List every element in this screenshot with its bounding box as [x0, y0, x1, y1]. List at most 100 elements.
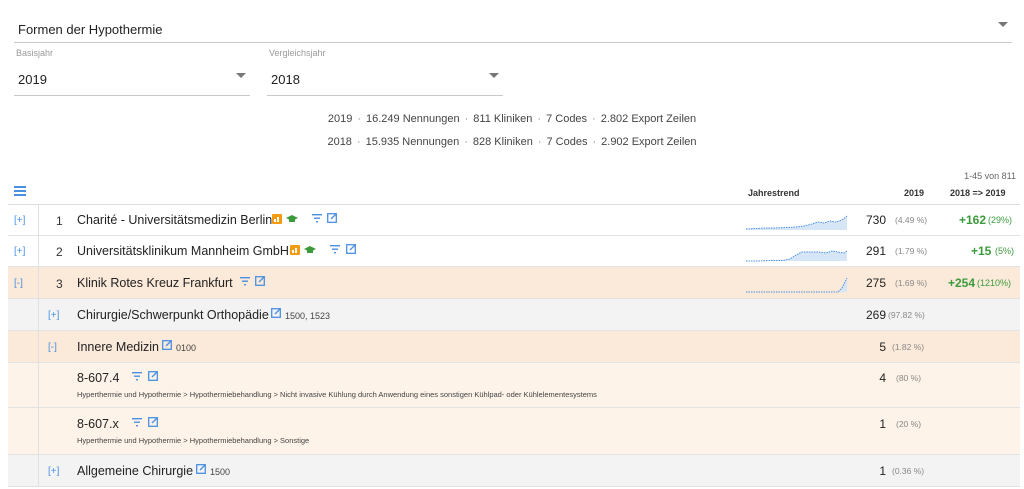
- clinic-name[interactable]: Charité - Universitätsmedizin Berlin: [77, 213, 272, 227]
- menu-icon[interactable]: [14, 186, 26, 196]
- external-link-icon[interactable]: [327, 213, 337, 223]
- rank: 1: [56, 214, 63, 228]
- summary-clinics: 828 Kliniken: [472, 136, 533, 148]
- department-row[interactable]: [-] Innere Medizin 0100 5 (1.82 %): [8, 331, 1020, 363]
- value-percent: (1.69 %): [895, 278, 928, 288]
- department-code: 0100: [176, 343, 197, 353]
- external-link-icon[interactable]: [346, 244, 356, 254]
- procedure-code[interactable]: 8-607.x: [77, 417, 119, 431]
- summary-year: 2018: [327, 136, 352, 148]
- value-2019: 1: [879, 417, 886, 431]
- filter-icon[interactable]: [330, 245, 340, 254]
- filter-icon[interactable]: [132, 372, 142, 381]
- department-name[interactable]: Innere Medizin: [77, 340, 159, 354]
- topic-select-value: Formen der Hypothermie: [18, 22, 163, 37]
- summary-clinics: 811 Kliniken: [473, 113, 533, 125]
- external-link-icon[interactable]: [255, 276, 265, 286]
- column-header-trend: Jahrestrend: [748, 188, 800, 198]
- graduation-cap-icon: [304, 245, 316, 255]
- column-header-compare[interactable]: 2018 => 2019: [950, 188, 1006, 198]
- value-2019: 5: [879, 340, 886, 354]
- rank: 2: [56, 245, 63, 259]
- base-year-label: Basisjahr: [16, 48, 54, 58]
- external-link-icon[interactable]: [148, 371, 158, 381]
- summary-line-2018: 2018 · 15.935 Nennungen · 828 Kliniken · 7 Cod…: [327, 136, 697, 148]
- compare-year-select[interactable]: Vergleichsjahr 2018: [267, 48, 503, 96]
- value-percent: (1.79 %): [895, 246, 928, 256]
- collapse-toggle[interactable]: [-]: [48, 342, 57, 353]
- department-name[interactable]: Allgemeine Chirurgie: [77, 464, 193, 478]
- value-2019: 730: [865, 213, 886, 227]
- department-code: 1500, 1523: [285, 311, 331, 321]
- pagination-info: 1-45 von 811: [964, 171, 1016, 181]
- table-header: Jahrestrend 2019 2018 => 2019: [8, 181, 1020, 205]
- value-2019: 275: [865, 276, 886, 290]
- table-row[interactable]: [+] 1 Charité - Universitätsmedizin Berl…: [8, 205, 1020, 236]
- delta-percent: (1210%): [977, 278, 1012, 288]
- chevron-down-icon: [236, 73, 246, 78]
- expand-toggle[interactable]: [+]: [14, 215, 25, 226]
- value-percent: (80 %): [896, 373, 922, 383]
- clinic-name[interactable]: Klinik Rotes Kreuz Frankfurt: [77, 276, 233, 290]
- value-percent: (0.36 %): [892, 466, 925, 476]
- base-year-value: 2019: [18, 72, 47, 87]
- value-percent: (1.82 %): [892, 342, 925, 352]
- compare-year-value: 2018: [271, 72, 300, 87]
- value-percent: (97.82 %): [888, 310, 925, 320]
- trend-sparkline: [746, 277, 848, 293]
- summary-codes: 7 Codes: [546, 136, 588, 148]
- summary-export: 2.902 Export Zeilen: [601, 136, 697, 148]
- department-row[interactable]: [+] Chirurgie/Schwerpunkt Orthopädie 150…: [8, 299, 1020, 331]
- filter-icon[interactable]: [312, 214, 322, 223]
- procedure-code[interactable]: 8-607.4: [77, 371, 119, 385]
- department-code: 1500: [210, 467, 231, 477]
- department-row[interactable]: [+] Allgemeine Chirurgie 1500 1 (0.36 %): [8, 455, 1020, 487]
- value-2019: 1: [879, 464, 886, 478]
- collapse-toggle[interactable]: [-]: [14, 278, 23, 289]
- table-row[interactable]: [+] 2 Universitätsklinikum Mannheim GmbH…: [8, 236, 1020, 267]
- procedure-path: Hyperthermie und Hypothermie > Hypotherm…: [77, 390, 597, 399]
- code-row[interactable]: 8-607.x Hyperthermie und Hypothermie > H…: [8, 408, 1020, 455]
- procedure-path: Hyperthermie und Hypothermie > Hypotherm…: [77, 436, 310, 445]
- trend-sparkline: [746, 215, 848, 230]
- chevron-down-icon: [998, 22, 1008, 27]
- department-name[interactable]: Chirurgie/Schwerpunkt Orthopädie: [77, 308, 269, 322]
- summary-line-2019: 2019 · 16.249 Nennungen · 811 Kliniken · 7 Cod…: [327, 113, 697, 125]
- delta-percent: (29%): [988, 215, 1013, 225]
- summary-mentions: 15.935 Nennungen: [365, 136, 460, 148]
- summary-export: 2.802 Export Zeilen: [600, 113, 697, 125]
- delta-value: +254: [948, 276, 976, 290]
- rank: 3: [56, 277, 63, 291]
- chevron-down-icon: [489, 73, 499, 78]
- delta-value: +162: [959, 213, 987, 227]
- value-2019: 269: [865, 308, 886, 322]
- value-2019: 4: [879, 371, 886, 385]
- base-year-select[interactable]: Basisjahr 2019: [14, 48, 250, 96]
- external-link-icon[interactable]: [162, 340, 172, 350]
- bar-chart-badge-icon: [290, 245, 300, 255]
- filter-icon[interactable]: [240, 277, 250, 286]
- external-link-icon[interactable]: [271, 308, 281, 318]
- code-row[interactable]: 8-607.4 Hyperthermie und Hypothermie > H…: [8, 363, 1020, 408]
- filter-icon[interactable]: [132, 418, 142, 427]
- expand-toggle[interactable]: [+]: [14, 246, 25, 257]
- column-header-year[interactable]: 2019: [904, 188, 924, 198]
- compare-year-label: Vergleichsjahr: [269, 48, 326, 58]
- summary-codes: 7 Codes: [546, 113, 588, 125]
- summary-mentions: 16.249 Nennungen: [366, 113, 460, 125]
- delta-percent: (5%): [995, 246, 1015, 256]
- graduation-cap-icon: [286, 214, 298, 224]
- external-link-icon[interactable]: [148, 417, 158, 427]
- bar-chart-badge-icon: [272, 214, 282, 224]
- value-percent: (20 %): [896, 419, 922, 429]
- summary-year: 2019: [327, 113, 353, 125]
- value-2019: 291: [865, 244, 886, 258]
- table-row[interactable]: [-] 3 Klinik Rotes Kreuz Frankfurt 275 (…: [8, 267, 1020, 299]
- trend-sparkline: [746, 250, 848, 262]
- topic-select[interactable]: Formen der Hypothermie: [14, 10, 1012, 43]
- expand-toggle[interactable]: [+]: [48, 310, 59, 321]
- expand-toggle[interactable]: [+]: [48, 466, 59, 477]
- clinic-name[interactable]: Universitätsklinikum Mannheim GmbH: [77, 244, 289, 258]
- delta-value: +15: [971, 244, 992, 258]
- external-link-icon[interactable]: [196, 464, 206, 474]
